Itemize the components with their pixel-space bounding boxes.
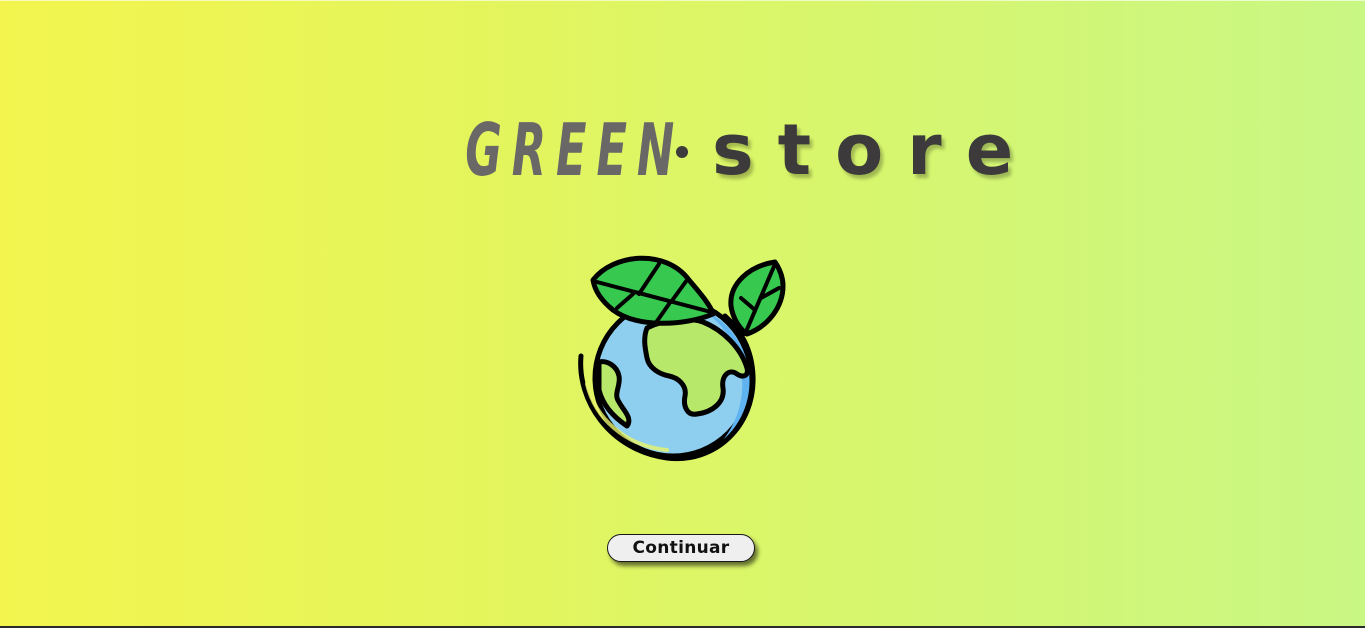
continue-button[interactable]: Continuar <box>607 534 755 562</box>
brand-word-store: store <box>711 109 1038 191</box>
earth-with-leaves-icon <box>578 255 786 462</box>
big-leaf <box>590 255 716 326</box>
brand-separator-dot <box>675 146 688 158</box>
small-leaf <box>728 259 786 337</box>
top-border <box>0 0 1365 1</box>
brand-title: GREEN store <box>0 100 1365 200</box>
brand-wordmark: GREEN store <box>331 108 1037 192</box>
brand-word-green: GREEN <box>465 108 684 192</box>
